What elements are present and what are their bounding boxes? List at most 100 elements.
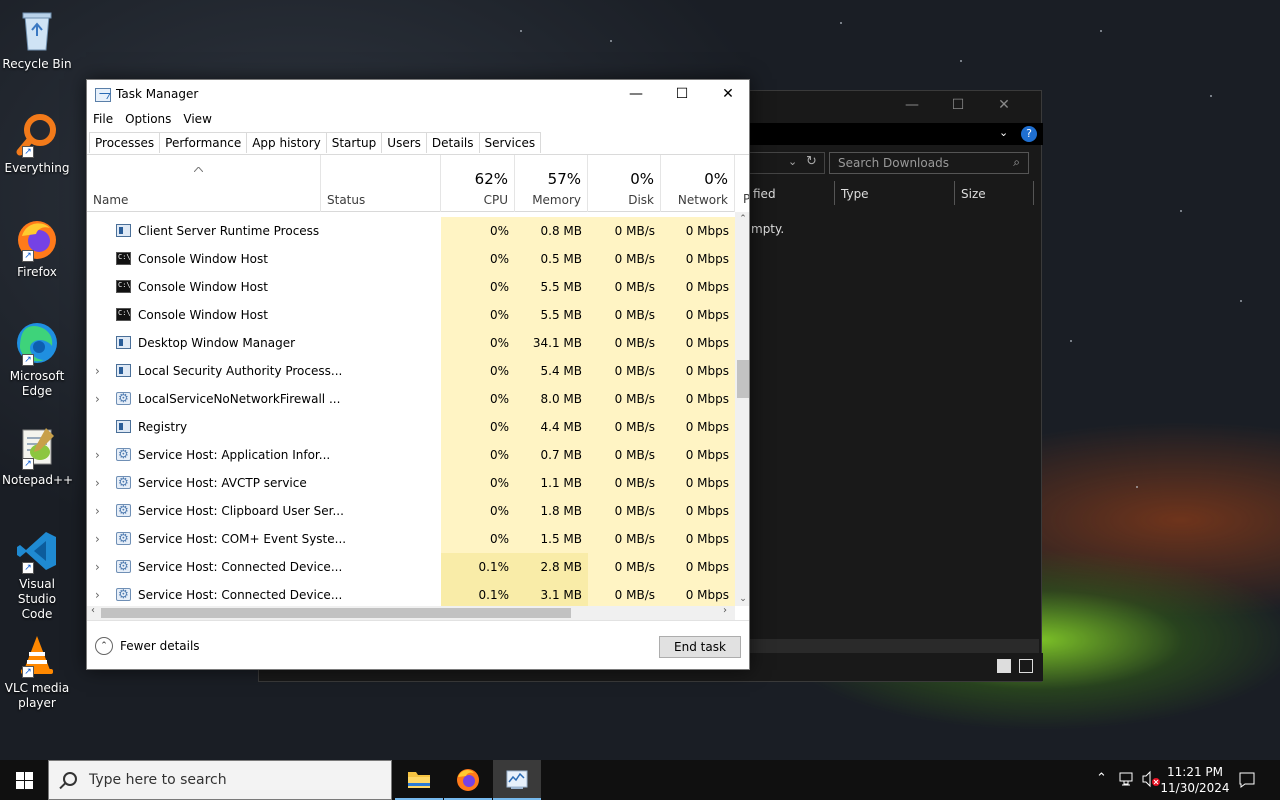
process-row[interactable]: › Service Host: AVCTP service 0%1.1 MB0 MB…	[87, 469, 735, 497]
system-clock[interactable]: 11:21 PM 11/30/2024	[1160, 764, 1230, 796]
vertical-scroll-thumb[interactable]	[737, 360, 749, 398]
details-view-icon[interactable]	[997, 659, 1011, 673]
process-row[interactable]: Client Server Runtime Process 0% 0.8 MB 0 M…	[87, 217, 735, 245]
process-row[interactable]: › Service Host: Application Infor... 0%0.7…	[87, 441, 735, 469]
column-header-memory[interactable]: 57% Memory	[515, 155, 588, 212]
help-icon[interactable]: ?	[1021, 126, 1037, 142]
chevron-down-icon[interactable]: ⌄	[999, 126, 1008, 139]
tab-startup[interactable]: Startup	[325, 132, 383, 153]
explorer-horizontal-scrollbar[interactable]	[749, 639, 1039, 653]
tab-users[interactable]: Users	[381, 132, 427, 153]
process-network: 0 Mbps	[661, 441, 735, 469]
explorer-close-button[interactable]: ✕	[989, 97, 1019, 115]
process-row[interactable]: › Service Host: COM+ Event Syste... 0%1.5 …	[87, 525, 735, 553]
close-button[interactable]: ✕	[705, 80, 749, 110]
process-status-cell	[321, 301, 441, 329]
expand-chevron-icon[interactable]: ›	[95, 525, 105, 553]
expand-chevron-icon[interactable]: ›	[95, 553, 105, 581]
task-manager-titlebar[interactable]: Task Manager — ☐ ✕	[87, 80, 749, 110]
scroll-right-arrow-icon[interactable]: ›	[723, 605, 727, 616]
process-row[interactable]: › Service Host: Clipboard User Ser... 0%1.…	[87, 497, 735, 525]
process-list[interactable]: Client Server Runtime Process 0% 0.8 MB 0 M…	[87, 217, 735, 606]
expand-chevron-icon[interactable]: ›	[95, 357, 105, 385]
chevron-down-icon[interactable]: ⌄	[788, 155, 797, 168]
minimize-button[interactable]: —	[613, 80, 659, 110]
process-row[interactable]: › Service Host: Connected Device... 0.1%2.…	[87, 553, 735, 581]
tab-app-history[interactable]: App history	[246, 132, 327, 153]
column-separator	[834, 181, 835, 205]
desktop-icon-firefox[interactable]: ↗ Firefox	[2, 216, 72, 280]
desktop-icon-everything[interactable]: ↗ Everything	[2, 112, 72, 176]
disk-total-percent: 0%	[630, 170, 654, 188]
expand-chevron-icon[interactable]: ›	[95, 441, 105, 469]
notifications-icon[interactable]	[1238, 771, 1256, 800]
explorer-titlebar[interactable]: — ☐ ✕	[891, 91, 1041, 121]
expand-chevron-icon[interactable]: ›	[95, 581, 105, 606]
column-header-cpu[interactable]: 62% CPU	[441, 155, 515, 212]
menu-file[interactable]: File	[87, 110, 119, 128]
scroll-up-arrow-icon[interactable]: ⌃	[735, 214, 749, 224]
column-header-name[interactable]: Name	[87, 155, 321, 212]
scroll-left-arrow-icon[interactable]: ‹	[91, 605, 95, 616]
scroll-down-arrow-icon[interactable]: ⌄	[735, 594, 749, 604]
desktop-icon-vscode[interactable]: ↗ Visual Studio Code	[2, 528, 72, 622]
horizontal-scrollbar[interactable]: ‹ ›	[87, 605, 735, 620]
start-button[interactable]	[0, 760, 48, 800]
process-row[interactable]: Registry 0% 4.4 MB 0 MB/s 0 Mbps	[87, 413, 735, 441]
tab-performance[interactable]: Performance	[159, 132, 248, 153]
process-row[interactable]: Console Window Host 0%5.5 MB0 MB/s0 Mbps	[87, 273, 735, 301]
taskbar-search-input[interactable]: Type here to search	[48, 760, 392, 800]
explorer-address-bar[interactable]: ⌄ ↻	[749, 152, 825, 174]
explorer-column-size[interactable]: Size	[961, 187, 986, 201]
task-manager-window[interactable]: Task Manager — ☐ ✕ File Options View Proce…	[86, 79, 750, 670]
column-header-network[interactable]: 0% Network	[661, 155, 735, 212]
process-gear-icon	[116, 446, 131, 462]
network-icon[interactable]	[1118, 770, 1136, 800]
desktop-icon-notepad-plus-plus[interactable]: ↗ Notepad++	[2, 424, 73, 488]
end-task-button[interactable]: End task	[659, 636, 741, 658]
tab-details[interactable]: Details	[425, 132, 480, 153]
explorer-search-input[interactable]: Search Downloads ⌕	[829, 152, 1029, 174]
process-row[interactable]: › LocalServiceNoNetworkFirewall ... 0%8.0 …	[87, 385, 735, 413]
maximize-button[interactable]: ☐	[659, 80, 705, 110]
taskbar-file-explorer[interactable]	[395, 760, 443, 800]
fewer-details-button[interactable]: Fewer details	[120, 639, 200, 653]
chevron-up-circle-icon[interactable]: ⌃	[95, 637, 113, 655]
taskbar-firefox[interactable]	[444, 760, 492, 800]
process-row[interactable]: Desktop Window Manager 0% 34.1 MB 0 MB/s 0 M…	[87, 329, 735, 357]
recycle-bin-icon	[14, 8, 60, 54]
explorer-minimize-button[interactable]: —	[897, 97, 927, 115]
refresh-icon[interactable]: ↻	[806, 154, 817, 169]
explorer-column-modified[interactable]: fied	[753, 187, 776, 201]
expand-chevron-icon[interactable]: ›	[95, 497, 105, 525]
explorer-column-type[interactable]: Type	[841, 187, 869, 201]
process-status-cell	[321, 217, 441, 245]
process-row[interactable]: Console Window Host 0%0.5 MB0 MB/s0 Mbps	[87, 245, 735, 273]
column-separator	[954, 181, 955, 205]
tab-services[interactable]: Services	[478, 132, 542, 153]
expand-chevron-icon[interactable]: ›	[95, 469, 105, 497]
large-icons-view-icon[interactable]	[1019, 659, 1033, 673]
process-network: 0 Mbps	[661, 217, 735, 245]
explorer-maximize-button[interactable]: ☐	[943, 97, 973, 115]
taskbar-task-manager[interactable]	[493, 760, 541, 800]
column-header-disk[interactable]: 0% Disk	[588, 155, 661, 212]
column-header-status[interactable]: Status	[321, 155, 441, 212]
menu-view[interactable]: View	[177, 110, 217, 128]
process-row[interactable]: › Local Security Authority Process... 0% 5.…	[87, 357, 735, 385]
process-row[interactable]: › Service Host: Connected Device... 0.1%3.…	[87, 581, 735, 606]
volume-muted-icon[interactable]	[1141, 770, 1161, 800]
desktop-icon-microsoft-edge[interactable]: ↗ Microsoft Edge	[2, 320, 72, 399]
process-gear-icon	[116, 530, 131, 546]
expand-chevron-icon[interactable]: ›	[95, 385, 105, 413]
vertical-scrollbar[interactable]: ⌃ ⌄	[735, 212, 749, 606]
desktop-icon-vlc[interactable]: ↗ VLC media player	[2, 632, 72, 711]
column-header-power-truncated[interactable]: P	[743, 192, 749, 206]
show-hidden-icons-chevron-icon[interactable]: ⌃	[1096, 771, 1107, 800]
process-name-cell: Console Window Host	[87, 301, 321, 329]
process-row[interactable]: Console Window Host 0%5.5 MB0 MB/s0 Mbps	[87, 301, 735, 329]
menu-options[interactable]: Options	[119, 110, 177, 128]
horizontal-scroll-thumb[interactable]	[101, 608, 571, 618]
tab-processes[interactable]: Processes	[89, 132, 161, 153]
desktop-icon-recycle-bin[interactable]: Recycle Bin	[2, 8, 72, 72]
